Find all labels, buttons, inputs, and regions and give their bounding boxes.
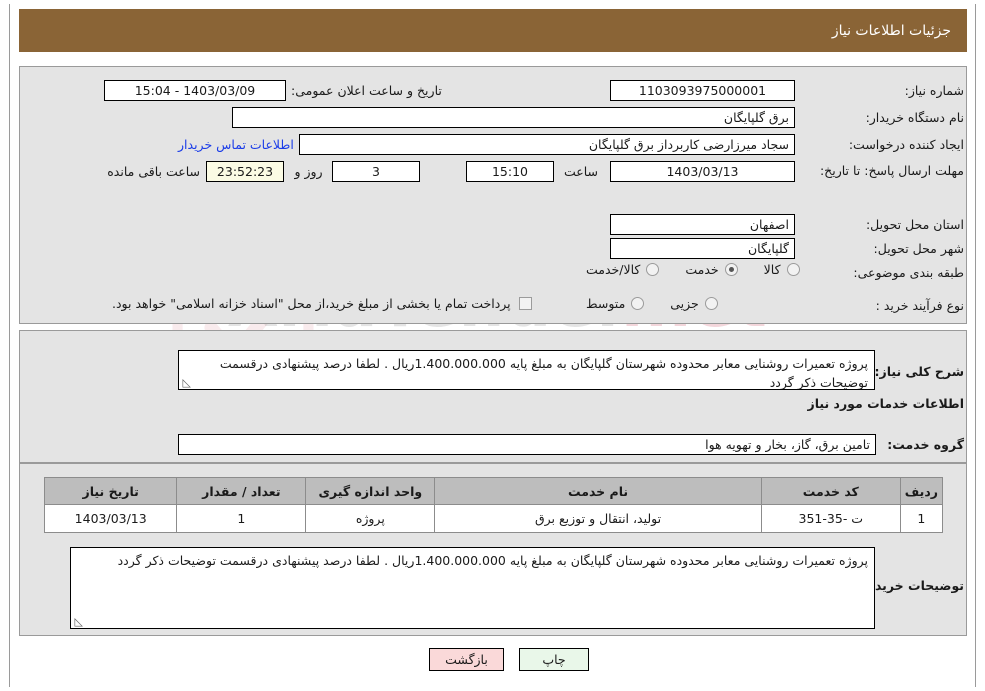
table-header-row: ردیف کد خدمت نام خدمت واحد اندازه گیری ت… [43, 477, 944, 505]
buyer-comments-text: پروژه تعمیرات روشنایی معابر محدوده شهرست… [117, 553, 868, 568]
radio-khedmat-label: خدمت [685, 261, 719, 277]
need-number-field[interactable]: 1103093975000001 [610, 80, 795, 101]
radio-kala-khedmat-label: کالا/خدمت [586, 261, 641, 277]
label-need-summary: شرح کلی نیاز: [874, 364, 964, 379]
th-name: نام خدمت [434, 477, 762, 505]
creator-field[interactable]: سجاد میرزارضی کاربرداز برق گلپایگان [299, 134, 795, 155]
section-title-services: اطلاعات خدمات مورد نیاز [807, 396, 965, 411]
cell-unit: پروژه [305, 504, 436, 533]
radio-motavaset-label: متوسط [586, 295, 626, 311]
province-field[interactable]: اصفهان [610, 214, 795, 235]
treasury-checkbox-row[interactable]: پرداخت تمام یا بخشی از مبلغ خرید،از محل … [112, 292, 532, 314]
label-hour: ساعت [563, 164, 598, 179]
need-summary-text: پروژه تعمیرات روشنایی معابر محدوده شهرست… [219, 356, 868, 390]
deadline-hour-field[interactable]: 15:10 [466, 161, 554, 182]
label-city: شهر محل تحویل: [873, 241, 964, 256]
print-button[interactable]: چاپ [519, 648, 589, 671]
radio-motavaset-icon[interactable] [631, 296, 645, 310]
radio-item-kala[interactable]: کالا [764, 262, 800, 277]
radio-item-kala-khedmat[interactable]: کالا/خدمت [586, 261, 660, 277]
radio-item-jozei[interactable]: جزیی [670, 296, 718, 311]
radio-item-khedmat[interactable]: خدمت [685, 261, 738, 277]
label-hours-remaining: ساعت باقی مانده [107, 164, 200, 179]
back-button[interactable]: بازگشت [429, 648, 504, 671]
deadline-date-field[interactable]: 1403/03/13 [610, 161, 795, 182]
label-buyer-comments: توضیحات خریدار: [858, 578, 964, 593]
label-service-group: گروه خدمت: [887, 437, 964, 452]
th-unit: واحد اندازه گیری [305, 477, 436, 505]
th-radif: ردیف [899, 477, 944, 505]
label-category: طبقه بندی موضوعی: [853, 265, 964, 280]
th-qty: تعداد / مقدار [176, 477, 307, 505]
resize-grip-icon-2[interactable]: ◺ [73, 616, 83, 627]
buyer-org-field[interactable]: برق گلپایگان [232, 107, 795, 128]
radio-jozei-icon[interactable] [704, 296, 718, 310]
need-summary-textarea[interactable]: پروژه تعمیرات روشنایی معابر محدوده شهرست… [178, 350, 875, 390]
city-field[interactable]: گلپایگان [610, 238, 795, 259]
radio-kala-label: کالا [763, 261, 781, 277]
th-code: کد خدمت [760, 477, 901, 505]
countdown-timer-field: 23:52:23 [206, 161, 284, 182]
buyer-contact-link[interactable]: اطلاعات تماس خریدار [178, 137, 294, 152]
label-need-number: شماره نیاز: [904, 83, 964, 98]
category-radio-group[interactable]: کالا خدمت کالا/خدمت [560, 258, 800, 280]
service-table: ردیف کد خدمت نام خدمت واحد اندازه گیری ت… [43, 477, 944, 533]
table-row[interactable]: 1 ت -35-351 تولید، انتقال و توزیع برق پر… [43, 504, 944, 533]
days-left-field[interactable]: 3 [332, 161, 420, 182]
buyer-comments-textarea[interactable]: پروژه تعمیرات روشنایی معابر محدوده شهرست… [70, 547, 875, 629]
service-group-field[interactable]: تامین برق، گاز، بخار و تهویه هوا [178, 434, 876, 455]
radio-item-motavaset[interactable]: متوسط [586, 295, 645, 311]
label-deadline: مهلت ارسال پاسخ: تا تاریخ: [819, 163, 964, 178]
label-announce-datetime: تاریخ و ساعت اعلان عمومی: [291, 83, 442, 98]
purchase-type-radio-group[interactable]: جزیی متوسط [560, 292, 718, 314]
treasury-checkbox-label: پرداخت تمام یا بخشی از مبلغ خرید،از محل … [112, 295, 511, 311]
page-root: جزئیات اطلاعات نیاز شماره نیاز: نام دستگ… [0, 0, 985, 691]
label-creator: ایجاد کننده درخواست: [848, 137, 964, 152]
radio-jozei-label: جزیی [670, 295, 699, 311]
need-info-panel [19, 66, 967, 324]
announce-datetime-field[interactable]: 1403/03/09 - 15:04 [104, 80, 286, 101]
label-buyer-org: نام دستگاه خریدار: [865, 110, 964, 125]
resize-grip-icon[interactable]: ◺ [181, 377, 191, 388]
cell-radif: 1 [899, 504, 944, 533]
cell-date: 1403/03/13 [43, 504, 178, 533]
radio-khedmat-icon[interactable] [724, 262, 738, 276]
page-title: جزئیات اطلاعات نیاز [831, 22, 951, 39]
cell-qty: 1 [176, 504, 307, 533]
cell-name: تولید، انتقال و توزیع برق [434, 504, 762, 533]
radio-kala-icon[interactable] [786, 262, 800, 276]
radio-kala-khedmat-icon[interactable] [646, 262, 660, 276]
treasury-checkbox[interactable] [518, 296, 532, 310]
label-purchase-type: نوع فرآیند خرید : [875, 298, 964, 313]
page-title-bar: جزئیات اطلاعات نیاز [19, 9, 967, 52]
label-province: استان محل تحویل: [865, 217, 964, 232]
label-days-and: روز و [294, 164, 323, 179]
cell-code: ت -35-351 [760, 504, 901, 533]
th-date: تاریخ نیاز [43, 477, 178, 505]
